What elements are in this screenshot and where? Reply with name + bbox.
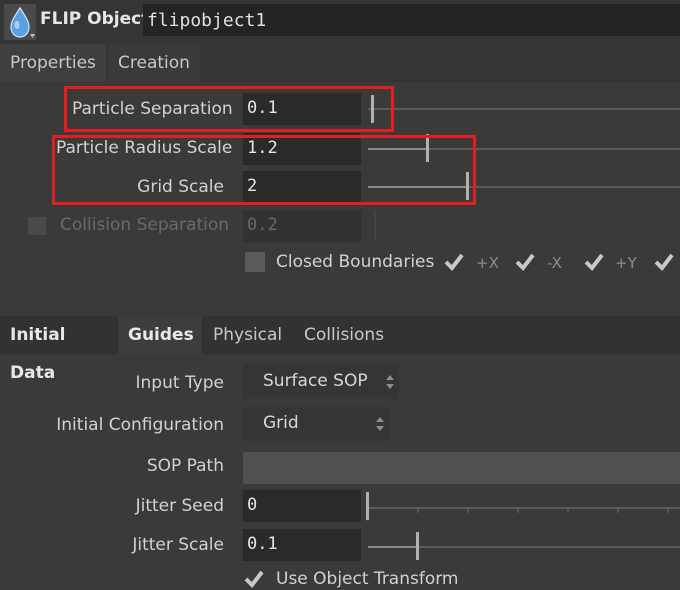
- initial-configuration-menu[interactable]: Grid: [243, 407, 389, 441]
- collision-separation-label: Collision Separation: [60, 215, 230, 235]
- use-object-transform-label: Use Object Transform: [276, 569, 459, 589]
- collision-separation-checkbox[interactable]: [28, 217, 46, 235]
- check-icon-more[interactable]: [653, 251, 675, 273]
- parameter-header: FLIP Object flipobject1: [0, 0, 680, 44]
- jitter-scale-slider-fill: [368, 546, 416, 548]
- spinner-icon: [386, 375, 394, 389]
- collision-separation-field: 0.2: [243, 210, 361, 242]
- initial-configuration-value: Grid: [263, 413, 299, 433]
- sop-path-field[interactable]: [243, 452, 680, 484]
- tab-guides[interactable]: Guides: [118, 316, 202, 354]
- tab-physical[interactable]: Physical: [203, 316, 293, 354]
- object-type-label: FLIP Object: [40, 9, 150, 29]
- input-type-menu[interactable]: Surface SOP: [243, 365, 399, 399]
- input-type-label: Input Type: [135, 373, 224, 393]
- jitter-scale-label: Jitter Scale: [132, 535, 224, 555]
- closed-boundaries-checkbox[interactable]: [245, 252, 265, 272]
- flip-object-icon[interactable]: [4, 4, 36, 40]
- particle-separation-slider[interactable]: [368, 108, 680, 110]
- axis-label-plus-x: +X: [476, 254, 499, 272]
- tab-properties[interactable]: Properties: [0, 44, 106, 82]
- jitter-scale-field[interactable]: 0.1: [243, 529, 361, 561]
- axis-label-minus-x: -X: [547, 254, 562, 272]
- tab-collisions[interactable]: Collisions: [294, 316, 394, 354]
- check-icon-plus-y[interactable]: [583, 251, 605, 273]
- closed-boundaries-label: Closed Boundaries: [276, 252, 435, 272]
- check-icon-minus-x[interactable]: [514, 251, 536, 273]
- spinner-icon: [376, 417, 384, 431]
- tab-bar-bottom: Initial Data Guides Physical Collisions: [0, 316, 680, 383]
- check-icon-plus-x[interactable]: [443, 251, 465, 273]
- collision-separation-slider: [374, 210, 376, 240]
- highlight-box-radius-grid: [52, 135, 476, 205]
- input-type-value: Surface SOP: [263, 371, 368, 391]
- tab-initial-data[interactable]: Initial Data: [0, 316, 116, 383]
- jitter-seed-label: Jitter Seed: [135, 496, 224, 516]
- axis-label-plus-y: +Y: [615, 254, 637, 272]
- highlight-box-particle-separation: [64, 86, 394, 132]
- jitter-seed-field[interactable]: 0: [243, 490, 361, 522]
- jitter-scale-slider-handle[interactable]: [416, 532, 419, 560]
- sop-path-label: SOP Path: [146, 456, 224, 476]
- initial-configuration-label: Initial Configuration: [56, 415, 224, 435]
- jitter-seed-slider-ticks: [417, 508, 669, 513]
- tab-bar-top: Properties Creation: [0, 44, 680, 82]
- tab-creation[interactable]: Creation: [108, 44, 200, 82]
- object-name-field[interactable]: flipobject1: [143, 4, 680, 36]
- use-object-transform-check-icon[interactable]: [243, 568, 265, 590]
